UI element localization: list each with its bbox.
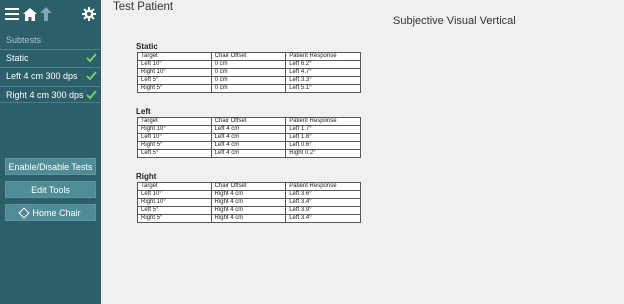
table-row: Right 5° 0 cm Left 5.1° [137, 84, 361, 93]
table-cell: Left 10° [137, 60, 212, 69]
table-row: Right 10° Right 4 cm Left 3.4° [137, 198, 361, 207]
column-header: Target [137, 117, 212, 126]
section-heading-static: Static [136, 42, 158, 51]
table-cell: Left 10° [137, 133, 212, 142]
column-header: Patient Response [285, 52, 361, 61]
table-cell: Left 4 cm [210, 133, 287, 142]
table-cell: Left 4 cm [210, 149, 287, 158]
table-cell: 0 cm [210, 76, 287, 85]
table-cell: Left 4 cm [210, 141, 287, 150]
table-cell: 0 cm [210, 84, 287, 93]
table-cell: Left 3.3° [285, 76, 361, 85]
table-cell: Right 4 cm [210, 214, 287, 223]
home-chair-label: Home Chair [32, 207, 81, 218]
table-cell: Right 10° [137, 68, 212, 77]
table-cell: Left 4 cm [210, 125, 287, 134]
table-row: Right 5° Right 4 cm Left 3.4° [137, 214, 361, 223]
column-header: Patient Response [285, 182, 361, 191]
home-chair-button[interactable]: Home Chair [5, 204, 96, 221]
subtest-item-right[interactable]: Right 4 cm 300 dps [0, 86, 101, 103]
enable-disable-tests-label: Enable/Disable Tests [8, 161, 93, 172]
table-cell: Left 3.4° [285, 198, 361, 207]
table-row: Left 5° 0 cm Left 3.3° [137, 76, 361, 85]
table-header-row: Target Chair Offset Patient Response [137, 182, 361, 191]
check-icon [86, 89, 97, 100]
section-heading-right: Right [136, 172, 157, 181]
diamond-icon [18, 207, 30, 219]
table-cell: Left 5° [137, 149, 212, 158]
table-cell: Right 4 cm [210, 206, 287, 215]
edit-tools-label: Edit Tools [31, 184, 70, 195]
table-cell: 0 cm [210, 60, 287, 69]
table-cell: Left 3.6° [285, 190, 361, 199]
table-cell: Left 5° [137, 206, 212, 215]
column-header: Patient Response [285, 117, 361, 126]
results-table-static: Target Chair Offset Patient Response Lef… [137, 52, 361, 93]
subtest-label: Left 4 cm 300 dps [6, 71, 78, 81]
table-cell: Left 1.8° [285, 133, 361, 142]
table-cell: Left 10° [137, 190, 212, 199]
table-row: Right 5° Left 4 cm Left 0.6° [137, 141, 361, 150]
table-cell: Left 5° [137, 76, 212, 85]
table-cell: Right 5° [137, 84, 212, 93]
subtest-item-left[interactable]: Left 4 cm 300 dps [0, 67, 101, 84]
table-row: Right 10° 0 cm Left 4.7° [137, 68, 361, 77]
table-cell: Right 10° [137, 125, 212, 134]
main-panel: Test Patient Subjective Visual Vertical … [101, 0, 624, 304]
check-icon [86, 52, 97, 63]
sidebar: Subtests Static Left 4 cm 300 dps Right … [0, 0, 101, 304]
table-header-row: Target Chair Offset Patient Response [137, 117, 361, 126]
hamburger-menu-icon[interactable] [5, 5, 19, 23]
subtest-item-static[interactable]: Static [0, 49, 101, 66]
table-cell: 0 cm [210, 68, 287, 77]
edit-tools-button[interactable]: Edit Tools [5, 181, 96, 198]
table-cell: Right 0.2° [285, 149, 361, 158]
enable-disable-tests-button[interactable]: Enable/Disable Tests [5, 158, 96, 175]
table-cell: Left 1.7° [285, 125, 361, 134]
table-cell: Right 5° [137, 141, 212, 150]
table-cell: Right 4 cm [210, 190, 287, 199]
patient-name: Test Patient [113, 1, 174, 13]
sidebar-toolbar [0, 0, 101, 28]
column-header: Chair Offset [210, 52, 287, 61]
home-icon[interactable] [23, 5, 37, 23]
check-icon [86, 70, 97, 81]
results-table-left: Target Chair Offset Patient Response Rig… [137, 117, 361, 158]
table-cell: Left 4.7° [285, 68, 361, 77]
column-header: Target [137, 182, 212, 191]
table-row: Left 10° 0 cm Left 6.2° [137, 60, 361, 69]
subtest-label: Right 4 cm 300 dps [6, 89, 84, 100]
subtest-label: Static [6, 53, 29, 63]
table-cell: Right 4 cm [210, 198, 287, 207]
table-cell: Left 3.9° [285, 206, 361, 215]
table-row: Left 10° Left 4 cm Left 1.8° [137, 133, 361, 142]
table-row: Right 10° Left 4 cm Left 1.7° [137, 125, 361, 134]
table-cell: Left 3.4° [285, 214, 361, 223]
table-header-row: Target Chair Offset Patient Response [137, 52, 361, 61]
page-title: Subjective Visual Vertical [393, 15, 516, 27]
up-arrow-icon[interactable] [40, 5, 52, 23]
section-heading-left: Left [136, 107, 151, 116]
column-header: Target [137, 52, 212, 61]
column-header: Chair Offset [210, 182, 287, 191]
table-cell: Right 5° [137, 214, 212, 223]
table-cell: Right 10° [137, 198, 212, 207]
subtests-heading: Subtests [6, 35, 42, 45]
table-row: Left 10° Right 4 cm Left 3.6° [137, 190, 361, 199]
table-row: Left 5° Left 4 cm Right 0.2° [137, 149, 361, 158]
table-cell: Left 6.2° [285, 60, 361, 69]
gear-icon[interactable] [82, 5, 96, 23]
table-cell: Left 0.6° [285, 141, 361, 150]
column-header: Chair Offset [210, 117, 287, 126]
results-table-right: Target Chair Offset Patient Response Lef… [137, 182, 361, 223]
table-cell: Left 5.1° [285, 84, 361, 93]
table-row: Left 5° Right 4 cm Left 3.9° [137, 206, 361, 215]
